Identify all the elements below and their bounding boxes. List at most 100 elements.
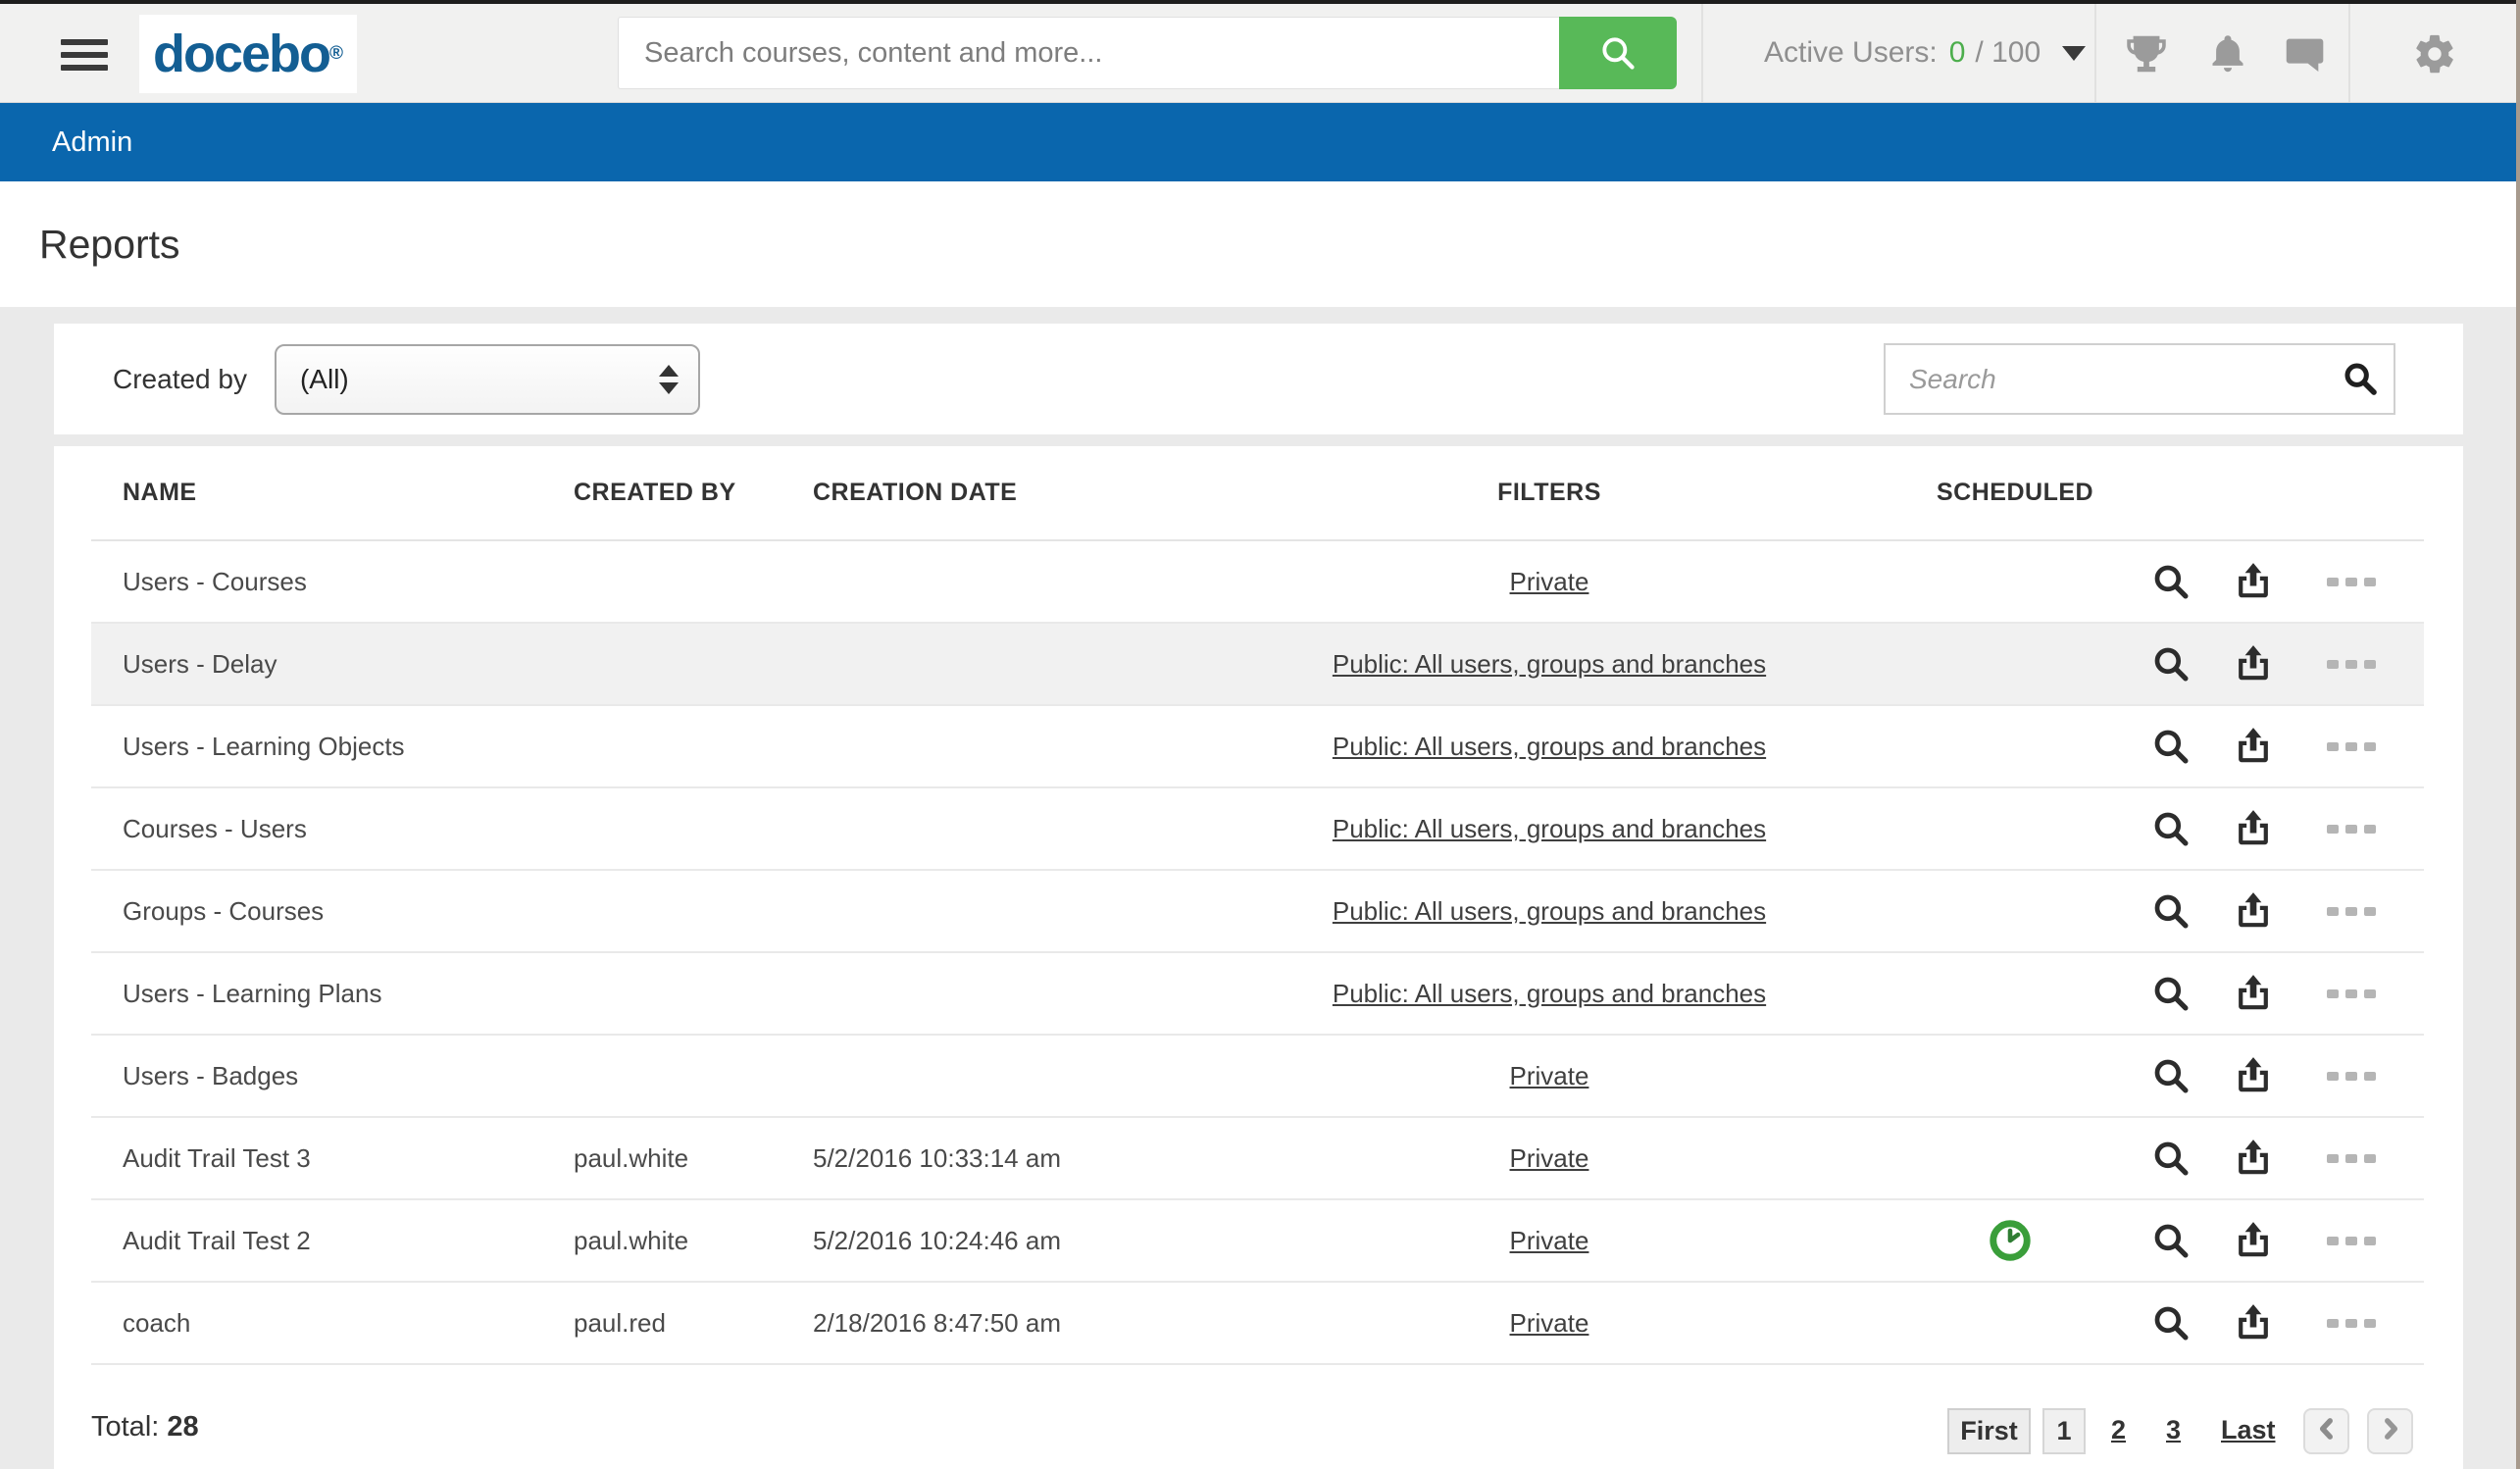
- report-filters-link[interactable]: Private: [1510, 1308, 1589, 1338]
- row-menu-button[interactable]: [2327, 660, 2376, 669]
- preview-report-button[interactable]: [2150, 1302, 2192, 1343]
- preview-report-button[interactable]: [2150, 561, 2192, 602]
- active-users-dropdown[interactable]: Active Users: 0 / 100: [1764, 4, 2086, 102]
- report-creation-date: 2/18/2016 8:47:50 am: [784, 1308, 1162, 1339]
- created-by-label: Created by: [113, 364, 247, 395]
- reports-table: NAME CREATED BY CREATION DATE FILTERS SC…: [54, 446, 2463, 1469]
- report-name: Groups - Courses: [91, 896, 544, 927]
- gamification-trophy-icon[interactable]: [2124, 31, 2169, 76]
- report-filters-link[interactable]: Private: [1510, 1061, 1589, 1090]
- export-report-button[interactable]: [2233, 1220, 2274, 1261]
- admin-menu-item[interactable]: Admin: [52, 127, 132, 159]
- export-report-button[interactable]: [2233, 973, 2274, 1014]
- preview-report-button[interactable]: [2150, 1138, 2192, 1179]
- row-menu-button[interactable]: [2327, 578, 2376, 586]
- column-header-created-by: CREATED BY: [544, 479, 784, 507]
- top-header: docebo® Active Users: 0 / 100: [0, 4, 2520, 103]
- row-menu-button[interactable]: [2327, 1237, 2376, 1245]
- pagination-page-1-current[interactable]: 1: [2042, 1408, 2086, 1454]
- page-title-bar: Reports: [0, 181, 2520, 307]
- export-report-button[interactable]: [2233, 1138, 2274, 1179]
- export-report-button[interactable]: [2233, 890, 2274, 932]
- report-filters-link[interactable]: Public: All users, groups and branches: [1333, 814, 1766, 843]
- row-actions: [2084, 808, 2424, 849]
- pagination-next-button[interactable]: [2367, 1408, 2413, 1454]
- column-header-creation-date: CREATION DATE: [784, 479, 1162, 507]
- pagination-page-3-link[interactable]: 3: [2166, 1415, 2181, 1445]
- export-report-button[interactable]: [2233, 1055, 2274, 1096]
- preview-report-button[interactable]: [2150, 973, 2192, 1014]
- table-row: Audit Trail Test 3 paul.white 5/2/2016 1…: [91, 1118, 2424, 1200]
- logo-registered-mark: ®: [329, 43, 343, 65]
- table-row: Users - Delay Public: All users, groups …: [91, 624, 2424, 706]
- total-count: Total:28: [91, 1411, 199, 1444]
- export-report-button[interactable]: [2233, 1302, 2274, 1343]
- report-filters-link[interactable]: Private: [1510, 1226, 1589, 1255]
- pagination-prev-button[interactable]: [2303, 1408, 2349, 1454]
- search-icon[interactable]: [2341, 359, 2380, 398]
- row-actions: [2084, 890, 2424, 932]
- report-filters-link[interactable]: Private: [1510, 1143, 1589, 1173]
- global-search-input[interactable]: [618, 17, 1559, 89]
- report-filters-link[interactable]: Public: All users, groups and branches: [1333, 732, 1766, 761]
- export-report-button[interactable]: [2233, 643, 2274, 684]
- preview-report-button[interactable]: [2150, 808, 2192, 849]
- global-search-button[interactable]: [1559, 17, 1677, 89]
- table-row: Users - Courses Private: [91, 541, 2424, 624]
- report-filters-link[interactable]: Public: All users, groups and branches: [1333, 649, 1766, 679]
- messages-chat-icon[interactable]: [2281, 31, 2326, 76]
- row-menu-button[interactable]: [2327, 1072, 2376, 1081]
- docebo-logo[interactable]: docebo®: [139, 15, 357, 93]
- report-filters-link[interactable]: Public: All users, groups and branches: [1333, 896, 1766, 926]
- preview-report-button[interactable]: [2150, 1220, 2192, 1261]
- report-scheduled-cell: [1937, 888, 2084, 934]
- filter-bar: Created by (All): [54, 324, 2463, 434]
- preview-report-button[interactable]: [2150, 726, 2192, 767]
- row-actions: [2084, 1220, 2424, 1261]
- report-filters-cell: Private: [1162, 1226, 1937, 1256]
- pagination-last-link[interactable]: Last: [2221, 1415, 2276, 1445]
- notifications-bell-icon[interactable]: [2205, 31, 2250, 76]
- report-created-by: paul.red: [544, 1308, 784, 1339]
- report-filters-link[interactable]: Private: [1510, 567, 1589, 596]
- row-menu-button[interactable]: [2327, 742, 2376, 751]
- export-report-button[interactable]: [2233, 561, 2274, 602]
- preview-report-button[interactable]: [2150, 643, 2192, 684]
- row-menu-button[interactable]: [2327, 825, 2376, 834]
- created-by-select[interactable]: (All): [275, 344, 700, 415]
- report-filters-cell: Public: All users, groups and branches: [1162, 649, 1937, 680]
- report-name: Users - Delay: [91, 649, 544, 680]
- export-report-button[interactable]: [2233, 808, 2274, 849]
- preview-report-button[interactable]: [2150, 890, 2192, 932]
- report-scheduled-cell: [1937, 1300, 2084, 1345]
- table-search-input[interactable]: [1884, 343, 2395, 415]
- table-body: Users - Courses Private Users - Delay Pu…: [91, 541, 2424, 1365]
- report-filters-link[interactable]: Public: All users, groups and branches: [1333, 979, 1766, 1008]
- header-divider: [2348, 4, 2350, 102]
- global-search: [618, 17, 1677, 89]
- report-created-by: paul.white: [544, 1143, 784, 1174]
- row-menu-button[interactable]: [2327, 907, 2376, 916]
- report-scheduled-cell: [1937, 1136, 2084, 1181]
- table-row: Audit Trail Test 2 paul.white 5/2/2016 1…: [91, 1200, 2424, 1283]
- pagination-first-button[interactable]: First: [1947, 1408, 2031, 1454]
- row-actions: [2084, 561, 2424, 602]
- pagination-page-2-link[interactable]: 2: [2111, 1415, 2126, 1445]
- report-name: Users - Badges: [91, 1061, 544, 1091]
- table-row: Courses - Users Public: All users, group…: [91, 788, 2424, 871]
- report-scheduled-cell: [1937, 641, 2084, 686]
- total-label: Total:: [91, 1411, 159, 1443]
- report-name: Users - Learning Plans: [91, 979, 544, 1009]
- row-menu-button[interactable]: [2327, 989, 2376, 998]
- header-divider: [1701, 4, 1703, 102]
- export-report-button[interactable]: [2233, 726, 2274, 767]
- page-body: Created by (All) NAME CREATED BY CREATIO…: [0, 307, 2520, 1469]
- report-filters-cell: Public: All users, groups and branches: [1162, 814, 1937, 844]
- row-menu-button[interactable]: [2327, 1319, 2376, 1328]
- hamburger-menu-icon[interactable]: [61, 39, 108, 71]
- row-menu-button[interactable]: [2327, 1154, 2376, 1163]
- table-row: Users - Learning Objects Public: All use…: [91, 706, 2424, 788]
- table-header-row: NAME CREATED BY CREATION DATE FILTERS SC…: [91, 446, 2424, 541]
- preview-report-button[interactable]: [2150, 1055, 2192, 1096]
- settings-gear-icon[interactable]: [2412, 31, 2457, 76]
